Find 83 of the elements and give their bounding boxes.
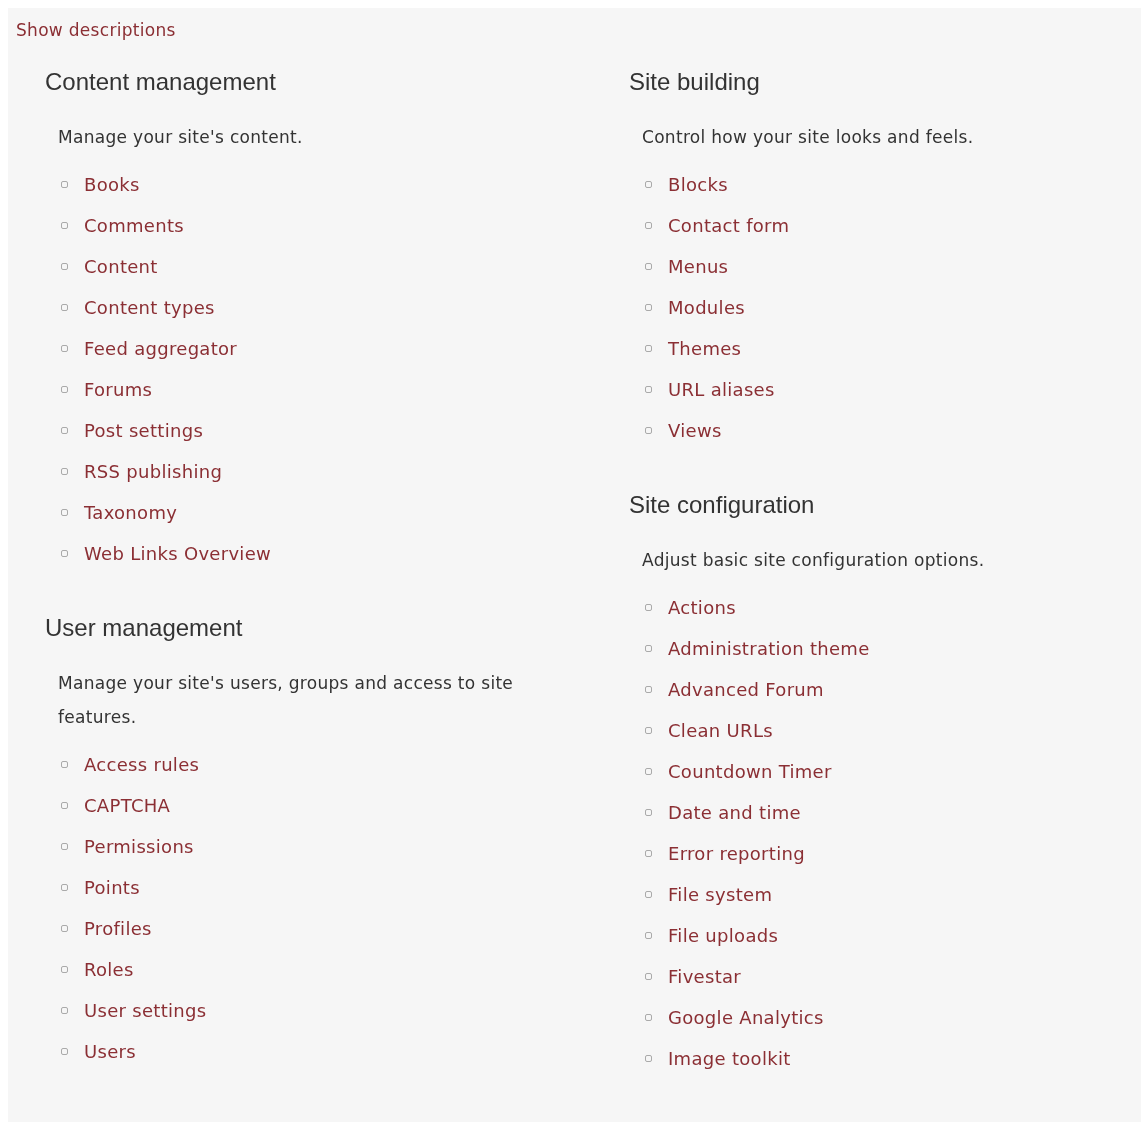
bullet-icon — [645, 386, 652, 393]
bullet-icon — [61, 843, 68, 850]
section-heading: User management — [45, 614, 244, 642]
admin-link[interactable]: Blocks — [668, 174, 728, 195]
section-description: Adjust basic site configuration options. — [642, 549, 986, 572]
bullet-icon — [61, 509, 68, 516]
bullet-icon — [61, 304, 68, 311]
section-description: Manage your site's content. — [58, 126, 304, 149]
admin-link[interactable]: Themes — [668, 338, 742, 359]
admin-link[interactable]: Actions — [668, 597, 736, 618]
bullet-icon — [61, 345, 68, 352]
admin-link[interactable]: Comments — [84, 215, 184, 236]
bullet-icon — [61, 263, 68, 270]
bullet-icon — [645, 604, 652, 611]
admin-link[interactable]: URL aliases — [668, 379, 775, 400]
admin-link[interactable]: Views — [668, 420, 722, 441]
bullet-icon — [61, 925, 68, 932]
admin-link[interactable]: Content — [84, 256, 158, 277]
bullet-icon — [61, 884, 68, 891]
bullet-icon — [61, 222, 68, 229]
admin-link[interactable]: Profiles — [84, 918, 152, 939]
admin-link[interactable]: Feed aggregator — [84, 338, 238, 359]
admin-link[interactable]: Menus — [668, 256, 729, 277]
admin-link[interactable]: File uploads — [668, 925, 779, 946]
bullet-icon — [645, 304, 652, 311]
section-description: Manage your site's users, groups and access to site features. — [58, 672, 515, 729]
bullet-icon — [645, 181, 652, 188]
bullet-icon — [645, 850, 652, 857]
admin-link[interactable]: Date and time — [668, 802, 801, 823]
admin-link[interactable]: Permissions — [84, 836, 194, 857]
admin-link[interactable]: Access rules — [84, 754, 200, 775]
show-descriptions-link[interactable]: Show descriptions — [16, 20, 176, 40]
section-description: Control how your site looks and feels. — [642, 126, 975, 149]
bullet-icon — [645, 768, 652, 775]
bullet-icon — [61, 468, 68, 475]
admin-link[interactable]: Points — [84, 877, 140, 898]
admin-link[interactable]: Google Analytics — [668, 1007, 824, 1028]
admin-link[interactable]: Modules — [668, 297, 745, 318]
bullet-icon — [61, 550, 68, 557]
bullet-icon — [61, 181, 68, 188]
bullet-icon — [645, 645, 652, 652]
admin-link[interactable]: Countdown Timer — [668, 761, 832, 782]
bullet-icon — [645, 222, 652, 229]
admin-link[interactable]: Taxonomy — [84, 502, 178, 523]
bullet-icon — [645, 891, 652, 898]
bullet-icon — [645, 1055, 652, 1062]
bullet-icon — [61, 386, 68, 393]
admin-link[interactable]: Clean URLs — [668, 720, 773, 741]
bullet-icon — [645, 263, 652, 270]
bullet-icon — [61, 761, 68, 768]
bullet-icon — [61, 427, 68, 434]
bullet-icon — [645, 727, 652, 734]
bullet-icon — [645, 345, 652, 352]
bullet-icon — [645, 686, 652, 693]
bullet-icon — [645, 973, 652, 980]
bullet-icon — [61, 966, 68, 973]
bullet-icon — [645, 427, 652, 434]
admin-link[interactable]: CAPTCHA — [84, 795, 171, 816]
admin-link[interactable]: User settings — [84, 1000, 207, 1021]
admin-link[interactable]: Books — [84, 174, 140, 195]
bullet-icon — [61, 1007, 68, 1014]
admin-link[interactable]: File system — [668, 884, 773, 905]
admin-link[interactable]: Roles — [84, 959, 134, 980]
admin-link[interactable]: Contact form — [668, 215, 790, 236]
bullet-icon — [645, 1014, 652, 1021]
bullet-icon — [61, 1048, 68, 1055]
section-heading: Site configuration — [629, 491, 816, 519]
admin-link[interactable]: Administration theme — [668, 638, 870, 659]
admin-link[interactable]: Post settings — [84, 420, 204, 441]
section-heading: Content management — [45, 68, 277, 96]
admin-link[interactable]: Error reporting — [668, 843, 805, 864]
admin-link[interactable]: Content types — [84, 297, 215, 318]
admin-link[interactable]: Users — [84, 1041, 136, 1062]
admin-link[interactable]: Forums — [84, 379, 153, 400]
bullet-icon — [645, 932, 652, 939]
admin-link[interactable]: RSS publishing — [84, 461, 223, 482]
admin-link[interactable]: Web Links Overview — [84, 543, 272, 564]
admin-link[interactable]: Image toolkit — [668, 1048, 791, 1069]
admin-link[interactable]: Fivestar — [668, 966, 742, 987]
section-heading: Site building — [629, 68, 761, 96]
admin-link[interactable]: Advanced Forum — [668, 679, 824, 700]
bullet-icon — [61, 802, 68, 809]
bullet-icon — [645, 809, 652, 816]
